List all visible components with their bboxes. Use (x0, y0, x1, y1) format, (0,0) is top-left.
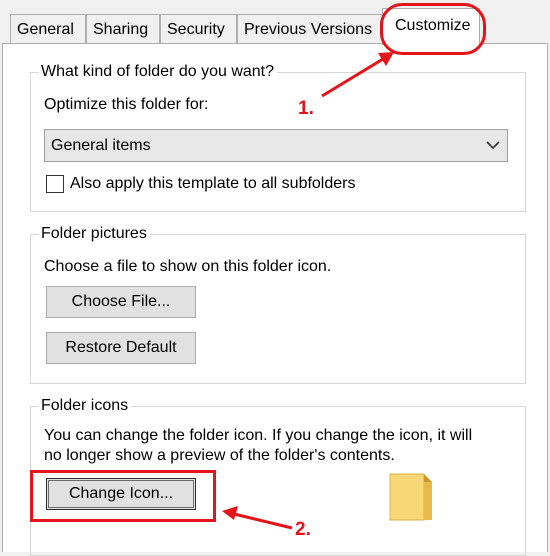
apply-subfolders-checkbox[interactable] (46, 175, 64, 193)
tab-label: Previous Versions (244, 21, 373, 38)
tab-label: General (17, 21, 74, 38)
tab-previous-versions[interactable]: Previous Versions (237, 14, 383, 43)
apply-subfolders-label: Also apply this template to all subfolde… (70, 175, 356, 192)
choose-file-button[interactable]: Choose File... (46, 286, 196, 318)
tab-general[interactable]: General (10, 14, 86, 43)
customize-tab-highlight (380, 3, 486, 55)
step-2-label: 2. (295, 519, 311, 540)
folder-type-legend: What kind of folder do you want? (39, 61, 278, 83)
tab-label: Sharing (93, 21, 149, 38)
folder-icon (389, 473, 432, 521)
restore-default-button[interactable]: Restore Default (46, 332, 196, 364)
optimize-label: Optimize this folder for: (44, 96, 209, 113)
change-icon-highlight (30, 470, 216, 522)
folder-icons-legend: Folder icons (39, 395, 132, 417)
chevron-down-icon (486, 141, 500, 150)
folder-pictures-legend: Folder pictures (39, 223, 150, 245)
folder-icons-description-line1: You can change the folder icon. If you c… (44, 427, 473, 444)
tab-label: Security (167, 21, 225, 38)
folder-icons-description-line2: no longer show a preview of the folder's… (44, 447, 395, 464)
restore-default-label: Restore Default (65, 339, 177, 356)
optimize-select-value: General items (51, 137, 151, 154)
optimize-select[interactable]: General items (44, 129, 508, 162)
tab-sharing[interactable]: Sharing (86, 14, 160, 43)
folder-pictures-description: Choose a file to show on this folder ico… (44, 258, 332, 275)
step-1-label: 1. (298, 98, 314, 119)
tab-security[interactable]: Security (160, 14, 237, 43)
choose-file-label: Choose File... (71, 293, 171, 310)
